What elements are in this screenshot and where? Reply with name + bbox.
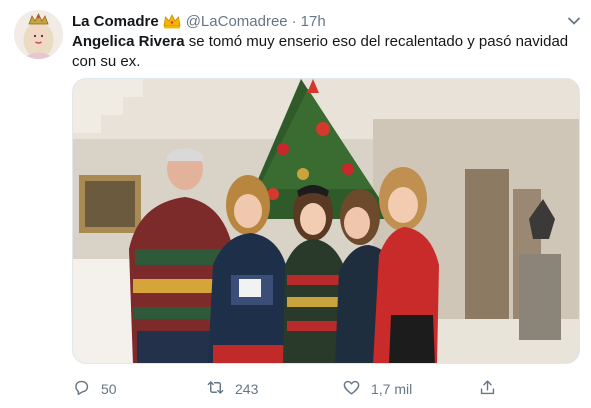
like-count: 1,7 mil <box>371 381 413 397</box>
tweet-actions: 50 243 1,7 mil <box>72 378 512 400</box>
avatar[interactable] <box>14 10 63 59</box>
crown-icon <box>163 13 181 29</box>
chevron-down-icon[interactable] <box>566 13 582 29</box>
family-christmas-photo <box>73 79 579 363</box>
tweet[interactable]: La Comadre @LaComadree · 17h Angelica Ri… <box>0 0 591 408</box>
heart-icon <box>342 378 361 400</box>
tweet-header: La Comadre @LaComadree · 17h <box>72 11 326 31</box>
author-display-name[interactable]: La Comadre <box>72 13 159 30</box>
tweet-photo[interactable] <box>72 78 580 364</box>
reply-button[interactable]: 50 <box>72 378 117 400</box>
tweet-timestamp[interactable]: 17h <box>301 13 326 30</box>
retweet-button[interactable]: 243 <box>206 378 258 400</box>
tweet-text-mention: Angelica Rivera <box>72 33 185 50</box>
share-button[interactable] <box>478 378 497 400</box>
avatar-image <box>14 10 63 59</box>
reply-count: 50 <box>101 381 117 397</box>
reply-icon <box>72 378 91 400</box>
tweet-text: Angelica Rivera se tomó muy enserio eso … <box>72 32 572 72</box>
author-handle[interactable]: @LaComadree <box>186 13 288 30</box>
share-icon <box>478 378 497 400</box>
like-button[interactable]: 1,7 mil <box>342 378 412 400</box>
retweet-count: 243 <box>235 381 259 397</box>
retweet-icon <box>206 378 225 400</box>
separator-dot: · <box>291 12 297 30</box>
